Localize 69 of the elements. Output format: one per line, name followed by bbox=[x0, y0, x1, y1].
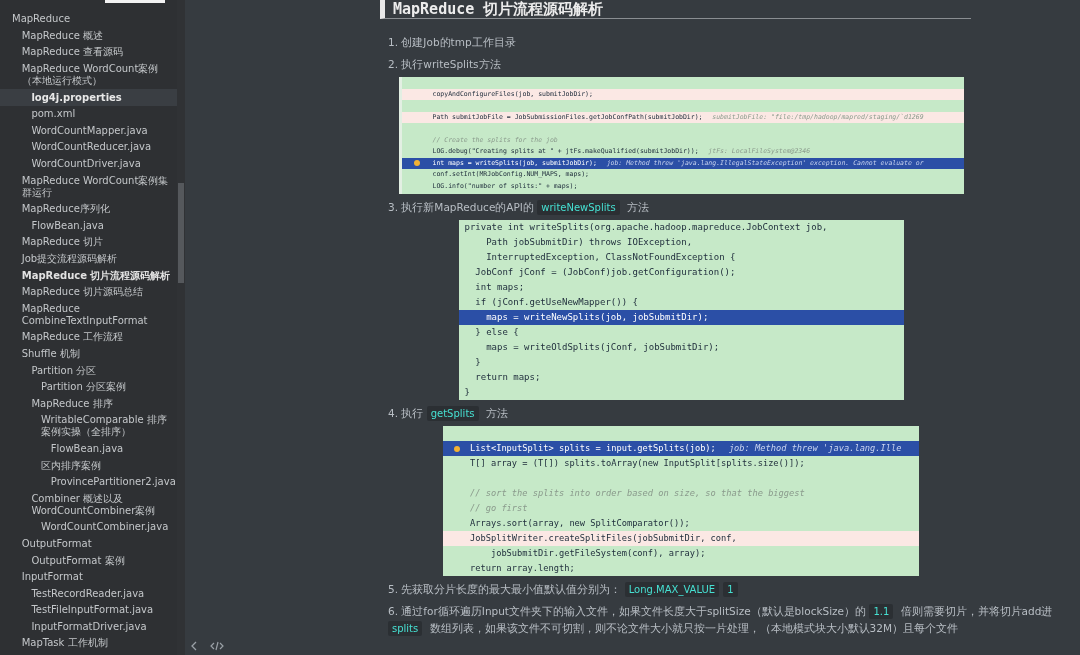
debug-hint: job: Method threw 'java.lang.Ille bbox=[728, 442, 902, 455]
sidebar-item[interactable]: FlowBean.java bbox=[0, 440, 177, 458]
breakpoint-icon[interactable] bbox=[414, 160, 420, 167]
code-line: private int writeSplits(org.apache.hadoop.mapreduce.JobContext job, bbox=[464, 221, 828, 234]
sidebar-item[interactable]: InputFormatDriver.java bbox=[0, 618, 177, 636]
sidebar-item[interactable]: TestFileInputFormat.java bbox=[0, 602, 177, 619]
sidebar-item[interactable]: MapReduce 概述 bbox=[0, 27, 177, 45]
code-comment: // go first bbox=[470, 502, 528, 515]
code-line: Path jobSubmitDir) throws IOException, bbox=[485, 236, 693, 249]
sidebar-item[interactable]: WordCountMapper.java bbox=[0, 122, 177, 140]
sidebar-item[interactable]: 区内排序案例 bbox=[0, 457, 177, 474]
sidebar-item[interactable]: Job提交流程源码解析 bbox=[0, 250, 177, 268]
code-line: if (jConf.getUseNewMapper()) { bbox=[474, 296, 638, 309]
code-line: return array.length; bbox=[470, 562, 575, 575]
breakpoint-icon[interactable] bbox=[453, 445, 460, 452]
code-line: return maps; bbox=[474, 371, 541, 384]
document-heading: MapReduce 切片流程源码解析 bbox=[380, 0, 971, 19]
text-field[interactable] bbox=[105, 0, 165, 3]
scrollbar-thumb[interactable] bbox=[178, 183, 184, 283]
sidebar-item[interactable]: MapTask 工作机制 bbox=[0, 635, 177, 652]
sidebar-item[interactable]: MapReduce 排序 bbox=[0, 395, 177, 413]
code-line: InterruptedException, ClassNotFoundException { bbox=[485, 251, 736, 264]
sidebar-item[interactable]: WordCountReducer.java bbox=[0, 139, 177, 156]
sidebar-item[interactable]: MapReduce 切片源码总结 bbox=[0, 283, 177, 301]
list-item: 4. 执行 getSplits 方法 bbox=[388, 405, 509, 422]
sidebar-item[interactable]: ProvincePartitioner2.java bbox=[0, 473, 177, 491]
sidebar-item[interactable]: MapReduce 切片流程源码解析 bbox=[0, 267, 177, 284]
list-item: 6. 通过for循环遍历Input文件夹下的输入文件，如果文件长度大于splitSize（默认是blockSize）的 1.1 倍则需要切片，并将切片add进 splits 数组列表，如果该文件不可切割，则不论文件大小就只按一片处理，（本地模式块大小默认32M）且每个文件 bbox=[388, 603, 1054, 637]
sidebar-item[interactable]: WritableComparable 排序案例实操（全排序） bbox=[0, 412, 177, 441]
sidebar-item[interactable]: MapReduce bbox=[0, 11, 177, 28]
code-line: } bbox=[464, 386, 470, 399]
chevron-left-icon[interactable] bbox=[190, 641, 198, 651]
sidebar-item[interactable]: Partition 分区案例 bbox=[0, 378, 177, 396]
code-line: int maps; bbox=[474, 281, 525, 294]
code-line: JobSplitWriter.createSplitFiles(jobSubmitDir, conf, bbox=[470, 532, 737, 545]
code-line: T[] array = (T[]) splits.toArray(new InputSplit[splits.size()]); bbox=[470, 457, 805, 470]
sidebar-item[interactable]: WordCountCombiner.java bbox=[0, 519, 177, 536]
sidebar-item[interactable]: MapReduce序列化 bbox=[0, 200, 177, 218]
sidebar-item[interactable]: MapReduce 查看源码 bbox=[0, 44, 177, 61]
sidebar-item[interactable]: MapReduce CombineTextInputFormat bbox=[0, 300, 177, 330]
list-item: 3. 执行新MapReduce的API的 writeNewSplits 方法 bbox=[388, 199, 650, 216]
sidebar-item[interactable]: OutputFormat 案例 bbox=[0, 552, 177, 569]
sidebar-item[interactable]: MapReduce WordCount案例集群运行 bbox=[0, 172, 177, 201]
sidebar-item[interactable]: MapReduce 切片 bbox=[0, 234, 177, 251]
sidebar-item[interactable]: MapReduce WordCount案例（本地运行模式） bbox=[0, 60, 177, 90]
list-item: 2. 执行writeSplits方法 bbox=[388, 57, 502, 72]
code-line: List<InputSplit> splits = input.getSplits(job); bbox=[470, 442, 716, 455]
sidebar-item[interactable]: InputFormat bbox=[0, 568, 177, 586]
code-line: Arrays.sort(array, new SplitComparator()); bbox=[470, 517, 690, 530]
sidebar-item[interactable]: WordCountDriver.java bbox=[0, 155, 177, 173]
code-line: } bbox=[474, 356, 481, 369]
code-comment: // sort the splits into order based on size, so that the biggest bbox=[470, 487, 805, 500]
sidebar-item[interactable]: Partition 分区 bbox=[0, 362, 177, 379]
code-line: maps = writeOldSplits(jConf, jobSubmitDir); bbox=[485, 341, 720, 354]
code-line: } else { bbox=[474, 326, 519, 339]
code-line: JobConf jConf = (JobConf)job.getConfiguration(); bbox=[474, 266, 736, 279]
code-icon[interactable] bbox=[210, 641, 224, 651]
sidebar-item[interactable]: pom.xml bbox=[0, 105, 177, 123]
list-item: 1. 创建Job的tmp工作目录 bbox=[388, 35, 517, 50]
sidebar-item[interactable]: Shuffle 机制 bbox=[0, 345, 177, 363]
list-item: 5. 先获取分片长度的最大最小值默认值分别为： Long.MAX_VALUE 1 bbox=[388, 581, 1072, 598]
sidebar-item[interactable]: TestRecordReader.java bbox=[0, 585, 177, 602]
sidebar-item[interactable]: OutputFormat bbox=[0, 535, 177, 553]
code-line: maps = writeNewSplits(job, jobSubmitDir); bbox=[485, 311, 709, 324]
code-line: jobSubmitDir.getFileSystem(conf), array); bbox=[489, 547, 706, 560]
sidebar-item[interactable]: log4j.properties bbox=[0, 89, 177, 106]
sidebar-item[interactable]: MapReduce 工作流程 bbox=[0, 329, 177, 346]
sidebar-item[interactable]: FlowBean.java bbox=[0, 217, 177, 235]
sidebar-item[interactable]: Combiner 概述以及WordCountCombiner案例 bbox=[0, 490, 177, 520]
